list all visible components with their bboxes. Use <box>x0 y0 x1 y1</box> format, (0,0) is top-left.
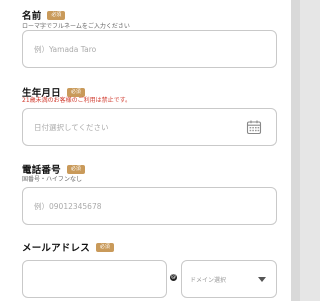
chevron-down-icon <box>258 277 266 282</box>
phone-required-badge: 必須 <box>66 164 85 174</box>
name-placeholder: 例）Yamada Taro <box>34 44 97 54</box>
name-label: 名前 <box>22 11 42 22</box>
name-required-badge: 必須 <box>47 10 66 20</box>
email-required-badge: 必須 <box>95 242 114 252</box>
phone-placeholder: 例）09012345678 <box>34 201 102 211</box>
email-local-input[interactable] <box>22 260 167 298</box>
name-label-row: 名前 必須 <box>22 8 66 22</box>
phone-hint: 国番号・ハイフンなし <box>22 176 83 183</box>
calendar-icon[interactable] <box>246 119 262 135</box>
age-restriction-notice: 21歳未満のお客様のご利用は禁止です。 <box>22 97 132 104</box>
phone-input[interactable]: 例）09012345678 <box>22 187 277 225</box>
domain-placeholder: ドメイン選択 <box>190 276 227 284</box>
email-domain-select[interactable]: ドメイン選択 <box>181 260 277 298</box>
registration-form: 名前 必須 ローマ字でフルネームをご入力ください 例）Yamada Taro 生… <box>0 0 291 301</box>
email-label-row: メールアドレス 必須 <box>22 240 114 254</box>
name-input[interactable]: 例）Yamada Taro <box>22 30 277 68</box>
page-background-edge <box>291 0 300 301</box>
email-label: メールアドレス <box>22 243 90 254</box>
name-hint: ローマ字でフルネームをご入力ください <box>22 23 130 30</box>
birthdate-picker[interactable]: 日付選択してください <box>22 108 277 146</box>
at-icon: @ <box>170 274 177 281</box>
birthdate-placeholder: 日付選択してください <box>34 122 109 132</box>
